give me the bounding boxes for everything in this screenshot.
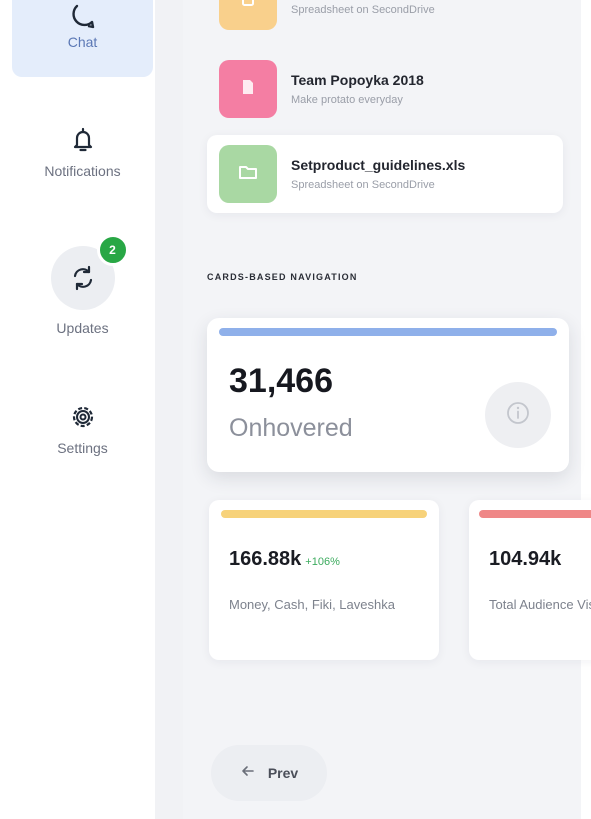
stat-label: Onhovered (229, 414, 353, 442)
main-content: Spreadsheet on SecondDrive Team Popoyka … (183, 0, 591, 819)
sidebar-item-notifications[interactable]: Notifications (12, 125, 153, 179)
file-subtitle: Spreadsheet on SecondDrive (291, 4, 435, 16)
stat-card[interactable]: 166.88k +106% Money, Cash, Fiki, Laveshka (209, 500, 439, 660)
file-icon (238, 77, 258, 102)
stat-value: 104.94k (489, 548, 562, 570)
file-item[interactable]: Team Popoyka 2018 Make protato everyday (219, 60, 424, 118)
sidebar-item-settings[interactable]: Settings (12, 402, 153, 456)
file-icon (239, 0, 257, 13)
sidebar: Chat Notifications 2 Updates Settings (0, 0, 155, 819)
refresh-icon (68, 263, 98, 293)
stat-label: Money, Cash, Fiki, Laveshka (229, 597, 395, 612)
chat-icon (68, 2, 98, 32)
updates-count-badge: 2 (96, 234, 129, 266)
stat-delta: +106% (305, 556, 340, 568)
prev-button[interactable]: Prev (211, 745, 327, 801)
sidebar-item-label: Notifications (44, 163, 121, 179)
file-item[interactable]: Setproduct_guidelines.xls Spreadsheet on… (219, 145, 465, 203)
card-accent-bar (219, 328, 557, 336)
stat-card[interactable]: 104.94k Total Audience Visitors (469, 500, 591, 660)
updates-icon-button[interactable]: 2 (50, 234, 129, 310)
file-item[interactable]: Spreadsheet on SecondDrive (219, 0, 435, 30)
card-accent-bar (479, 510, 591, 518)
info-button[interactable] (485, 382, 551, 448)
prev-label: Prev (267, 765, 299, 781)
right-edge (581, 0, 591, 819)
info-icon (505, 400, 531, 431)
arrow-left-icon (240, 763, 256, 784)
file-subtitle: Make protato everyday (291, 94, 403, 106)
section-title: CARDS-BASED NAVIGATION (207, 272, 358, 282)
sidebar-item-label: Updates (56, 320, 109, 336)
file-subtitle: Spreadsheet on SecondDrive (291, 179, 435, 191)
sidebar-item-label: Settings (57, 440, 108, 456)
gear-icon (68, 402, 98, 432)
bell-icon (68, 125, 98, 155)
file-thumbnail (219, 0, 277, 30)
file-title: Team Popoyka 2018 (291, 72, 424, 88)
stat-value: 31,466 (229, 362, 333, 400)
stat-value: 166.88k +106% (229, 548, 340, 570)
sidebar-item-chat[interactable]: Chat (12, 0, 153, 77)
card-accent-bar (221, 510, 427, 518)
stat-label: Total Audience Visitors (489, 597, 591, 612)
file-title: Setproduct_guidelines.xls (291, 157, 466, 173)
stat-card-hovered[interactable]: 31,466 Onhovered (207, 318, 569, 472)
file-thumbnail (219, 60, 277, 118)
sidebar-item-label: Chat (67, 34, 98, 50)
sidebar-item-updates[interactable]: 2 Updates (12, 234, 153, 336)
folder-icon (237, 161, 259, 188)
file-thumbnail (219, 145, 277, 203)
